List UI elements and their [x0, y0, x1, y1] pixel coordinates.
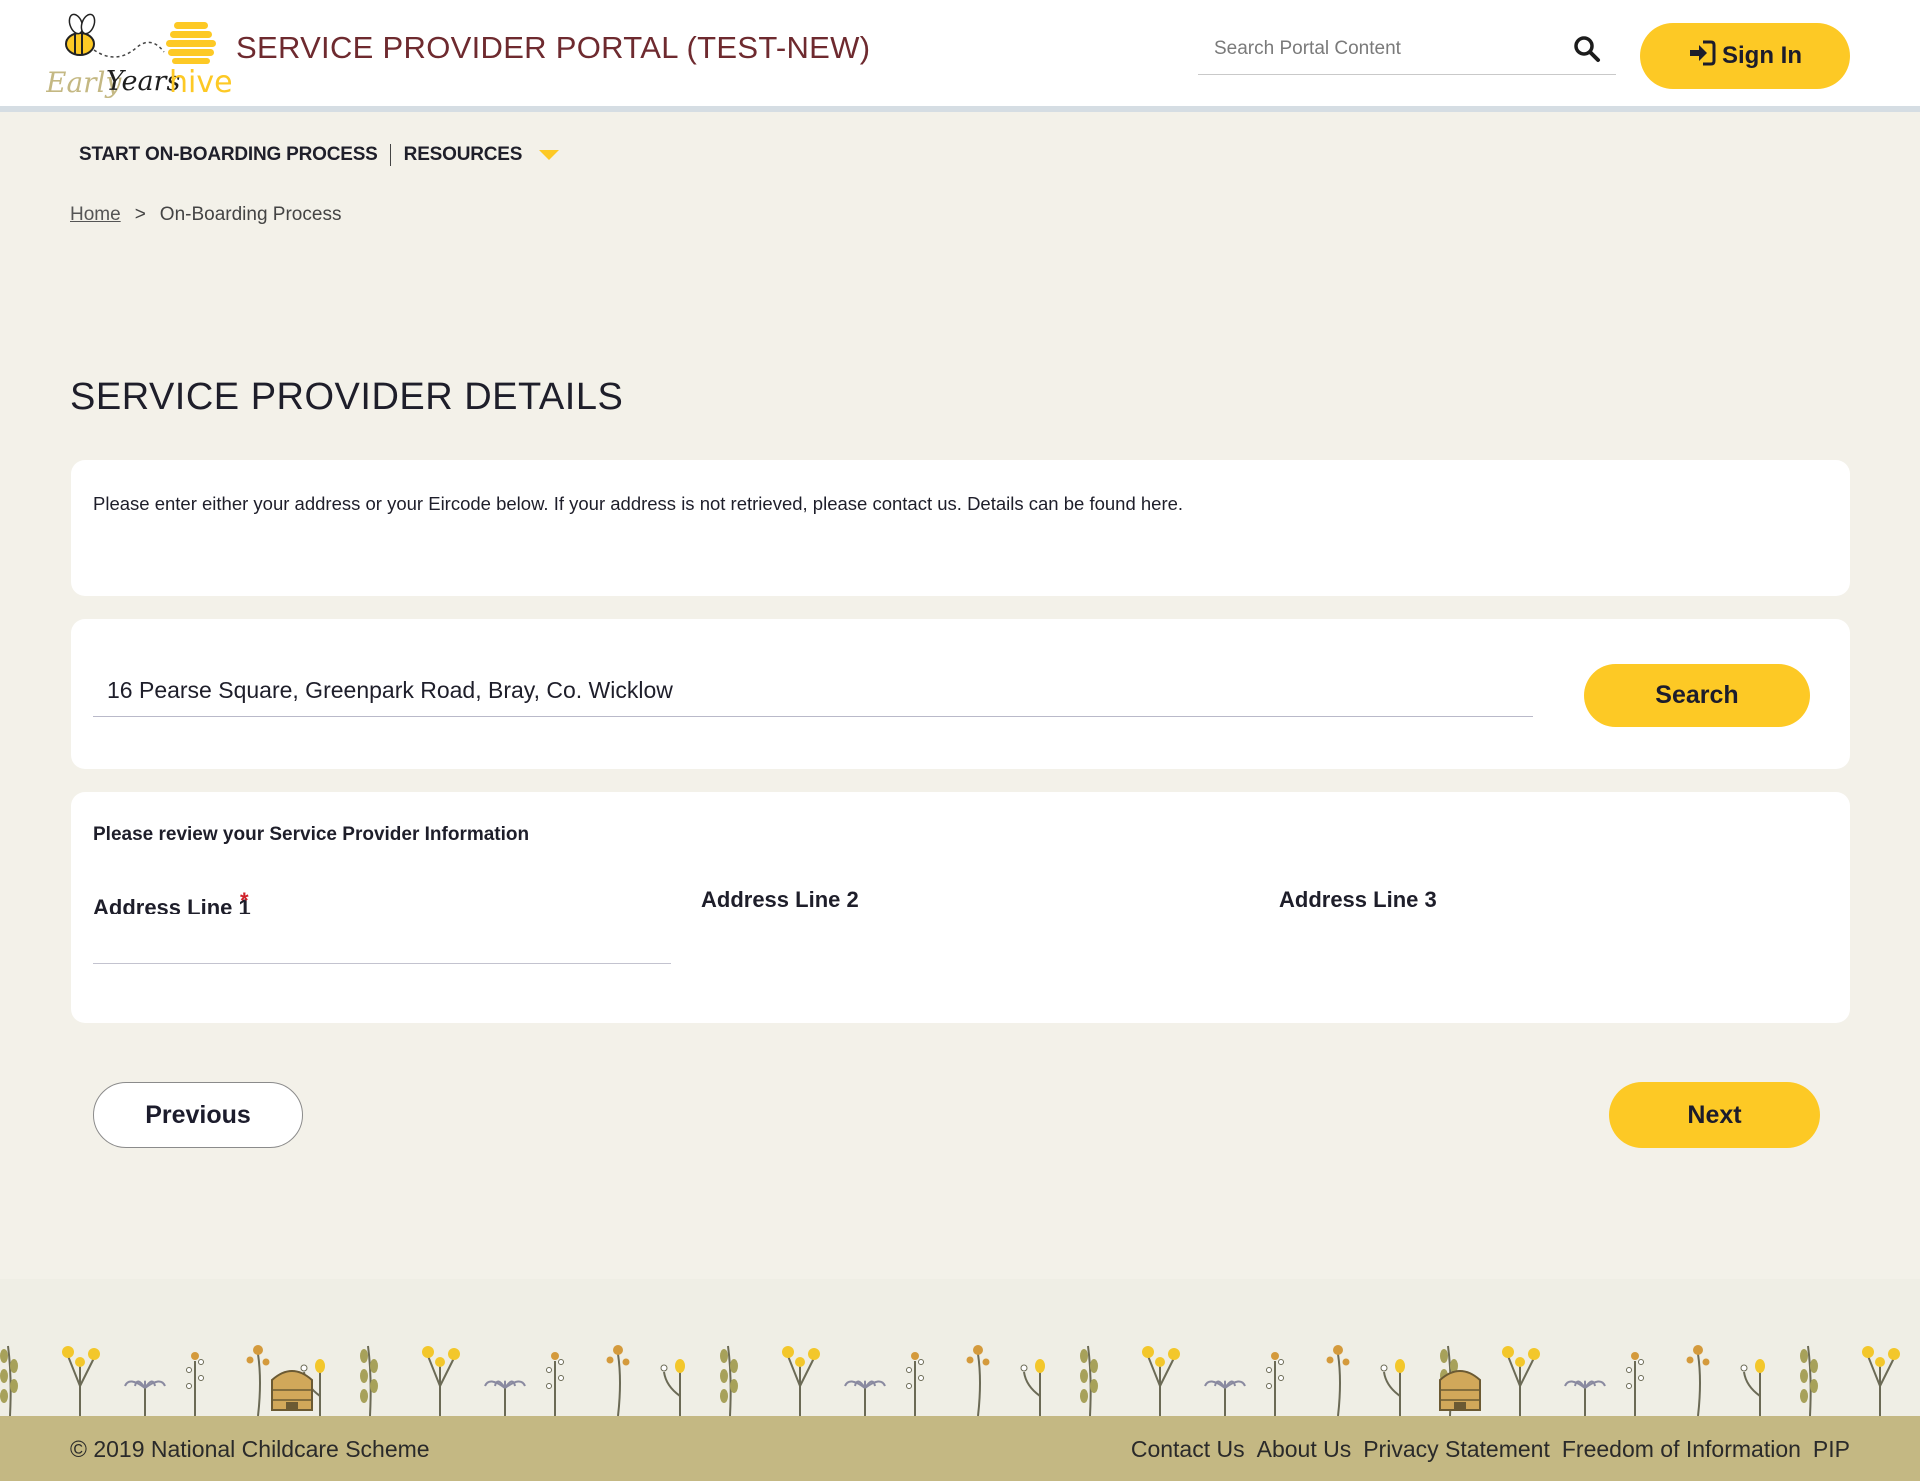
portal-search-input[interactable] — [1198, 24, 1558, 74]
footer-link-contact-us[interactable]: Contact Us — [1131, 1436, 1245, 1463]
portal-title: SERVICE PROVIDER PORTAL (TEST-NEW) — [236, 30, 871, 65]
nav-item-resources-label: RESOURCES — [403, 144, 523, 165]
sign-in-button[interactable]: Sign In — [1640, 23, 1850, 89]
review-heading: Please review your Service Provider Info… — [93, 824, 530, 845]
page-title: SERVICE PROVIDER DETAILS — [70, 376, 624, 418]
address-line-1-label: Address Line 1 — [93, 895, 251, 914]
sign-in-icon — [1688, 40, 1716, 73]
footer-links: Contact Us About Us Privacy Statement Fr… — [1131, 1436, 1850, 1463]
required-marker: * — [240, 888, 249, 913]
review-card: Please review your Service Provider Info… — [71, 792, 1850, 1023]
footer: © 2019 National Childcare Scheme Contact… — [0, 1416, 1920, 1481]
logo-graphic: Early Years hive — [45, 13, 233, 100]
footer-link-privacy-statement[interactable]: Privacy Statement — [1363, 1436, 1550, 1463]
logo-wordmark-hive: hive — [169, 65, 233, 100]
info-text: Please enter either your address or your… — [93, 493, 1184, 514]
footer-link-about-us[interactable]: About Us — [1257, 1436, 1352, 1463]
footer-link-pip[interactable]: PIP — [1813, 1436, 1850, 1463]
sign-in-label: Sign In — [1722, 42, 1802, 69]
site-header: Early Years hive SERVICE PROVIDER PORTAL… — [0, 0, 1920, 112]
early-years-hive-logo[interactable]: Early Years hive — [45, 10, 236, 102]
address-line-2-label: Address Line 2 — [701, 887, 859, 912]
address-line-1-field[interactable] — [93, 922, 671, 964]
info-card: Please enter either your address or your… — [71, 460, 1850, 596]
chevron-down-icon — [539, 149, 560, 160]
portal-search — [1198, 24, 1616, 75]
footer-link-freedom-of-information[interactable]: Freedom of Information — [1562, 1436, 1801, 1463]
previous-button[interactable]: Previous — [93, 1082, 303, 1148]
breadcrumb: Home > On-Boarding Process — [70, 204, 341, 226]
nav-item-resources[interactable]: RESOURCES — [404, 144, 560, 166]
address-search-input[interactable] — [93, 665, 1533, 717]
next-button[interactable]: Next — [1609, 1082, 1820, 1148]
breadcrumb-separator: > — [134, 204, 146, 225]
breadcrumb-current: On-Boarding Process — [159, 204, 342, 225]
address-line-3-label: Address Line 3 — [1279, 887, 1437, 912]
nav-separator — [389, 144, 391, 166]
search-icon[interactable] — [1572, 34, 1602, 64]
nav-item-start-onboarding[interactable]: START ON-BOARDING PROCESS — [79, 144, 378, 166]
address-search-card: Search — [71, 619, 1850, 769]
main-nav: START ON-BOARDING PROCESS RESOURCES — [79, 140, 560, 170]
breadcrumb-home-link[interactable]: Home — [70, 204, 121, 226]
copyright-text: © 2019 National Childcare Scheme — [70, 1436, 430, 1462]
footer-floral-decoration — [0, 1320, 1920, 1417]
address-search-button[interactable]: Search — [1584, 664, 1810, 727]
